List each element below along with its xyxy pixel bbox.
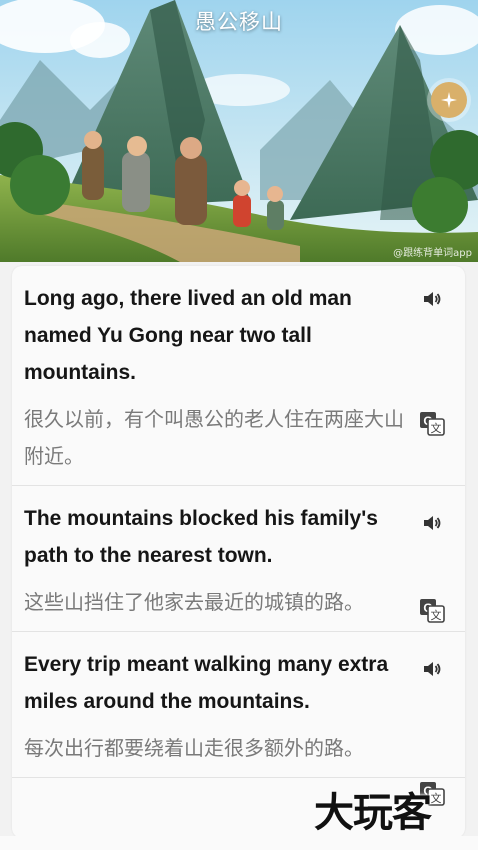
speaker-icon[interactable] [421, 288, 443, 310]
overlay-logo: 大玩客 [314, 789, 432, 836]
story-illustration: 愚公移山 @跟练背单词app [0, 0, 478, 262]
image-watermark: @跟练背单词app [393, 248, 472, 259]
speaker-icon[interactable] [421, 512, 443, 534]
svg-text:文: 文 [431, 791, 442, 805]
story-title: 愚公移山 [195, 10, 283, 34]
english-sentence: Long ago, there lived an old man named Y… [24, 287, 352, 384]
translate-icon[interactable]: G 文 [419, 597, 445, 623]
svg-text:文: 文 [431, 608, 442, 622]
english-sentence: The mountains blocked his family's path … [24, 507, 378, 567]
translate-icon[interactable]: G 文 [419, 410, 445, 436]
sentence-item: The mountains blocked his family's path … [12, 486, 465, 632]
sentence-item: Every trip meant walking many extra mile… [12, 632, 465, 806]
sparkle-icon [441, 92, 457, 108]
chinese-translation: 这些山挡住了他家去最近的城镇的路。 [24, 590, 364, 614]
bottom-edge [0, 836, 478, 850]
speaker-icon[interactable] [421, 658, 443, 680]
sentence-list: Long ago, there lived an old man named Y… [12, 266, 465, 838]
chinese-translation: 很久以前，有个叫愚公的老人住在两座大山附近。 [24, 407, 404, 468]
mountain-scene-image [0, 0, 478, 262]
chinese-translation: 每次出行都要绕着山走很多额外的路。 [24, 736, 364, 760]
sentence-item: Long ago, there lived an old man named Y… [12, 266, 465, 486]
sparkle-action-button[interactable] [431, 82, 467, 118]
english-sentence: Every trip meant walking many extra mile… [24, 653, 389, 713]
svg-text:文: 文 [431, 421, 442, 435]
